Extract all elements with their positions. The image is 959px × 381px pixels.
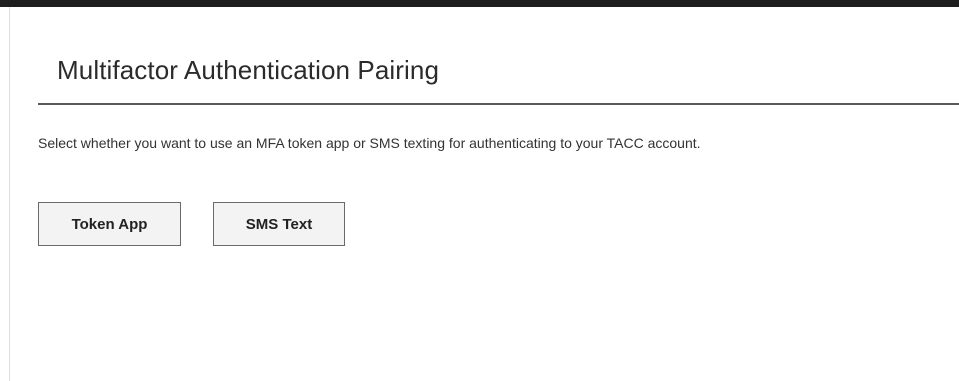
title-divider bbox=[38, 103, 959, 105]
token-app-button[interactable]: Token App bbox=[38, 202, 181, 246]
instructions-text: Select whether you want to use an MFA to… bbox=[38, 135, 701, 151]
window-top-bar bbox=[0, 0, 959, 7]
sms-text-button[interactable]: SMS Text bbox=[213, 202, 345, 246]
page-title: Multifactor Authentication Pairing bbox=[57, 55, 440, 85]
mfa-pairing-panel: Multifactor Authentication Pairing Selec… bbox=[10, 7, 959, 381]
